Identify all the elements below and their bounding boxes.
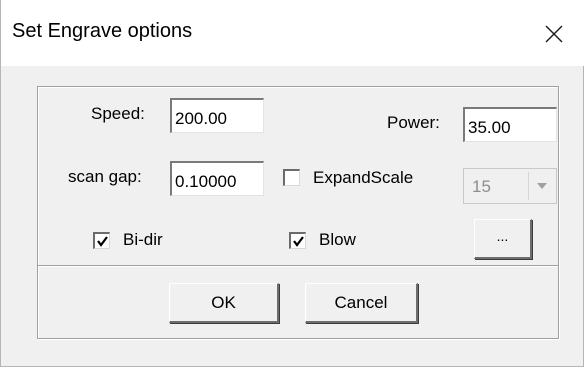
ok-button[interactable]: OK (169, 283, 279, 323)
blow-checkbox[interactable] (289, 232, 306, 249)
more-options-button[interactable]: ... (474, 219, 532, 259)
expand-scale-select[interactable]: 15 (463, 168, 557, 204)
checkmark-icon (292, 235, 304, 247)
expand-scale-value: 15 (472, 177, 491, 196)
speed-label: Speed: (91, 104, 145, 123)
expand-scale-label: ExpandScale (313, 168, 414, 187)
checkmark-icon (96, 235, 108, 247)
blow-label: Blow (319, 230, 356, 249)
cancel-button[interactable]: Cancel (305, 283, 418, 323)
power-input[interactable] (463, 107, 557, 142)
title-bar: Set Engrave options (1, 0, 584, 66)
close-icon (545, 25, 563, 43)
bidir-label: Bi-dir (123, 230, 163, 249)
expand-scale-dropdown-button[interactable] (528, 172, 554, 200)
close-button[interactable] (532, 12, 576, 56)
bidir-checkbox[interactable] (93, 232, 110, 249)
dialog-window: Set Engrave options Speed: Power: scan g… (0, 0, 584, 367)
expand-scale-checkbox[interactable] (283, 169, 300, 186)
scan-gap-input[interactable] (170, 161, 264, 196)
power-label: Power: (387, 113, 440, 132)
dialog-title: Set Engrave options (12, 20, 193, 42)
scan-gap-label: scan gap: (68, 167, 142, 186)
buttons-divider (38, 265, 558, 267)
speed-input[interactable] (170, 98, 264, 133)
chevron-down-icon (536, 183, 547, 189)
